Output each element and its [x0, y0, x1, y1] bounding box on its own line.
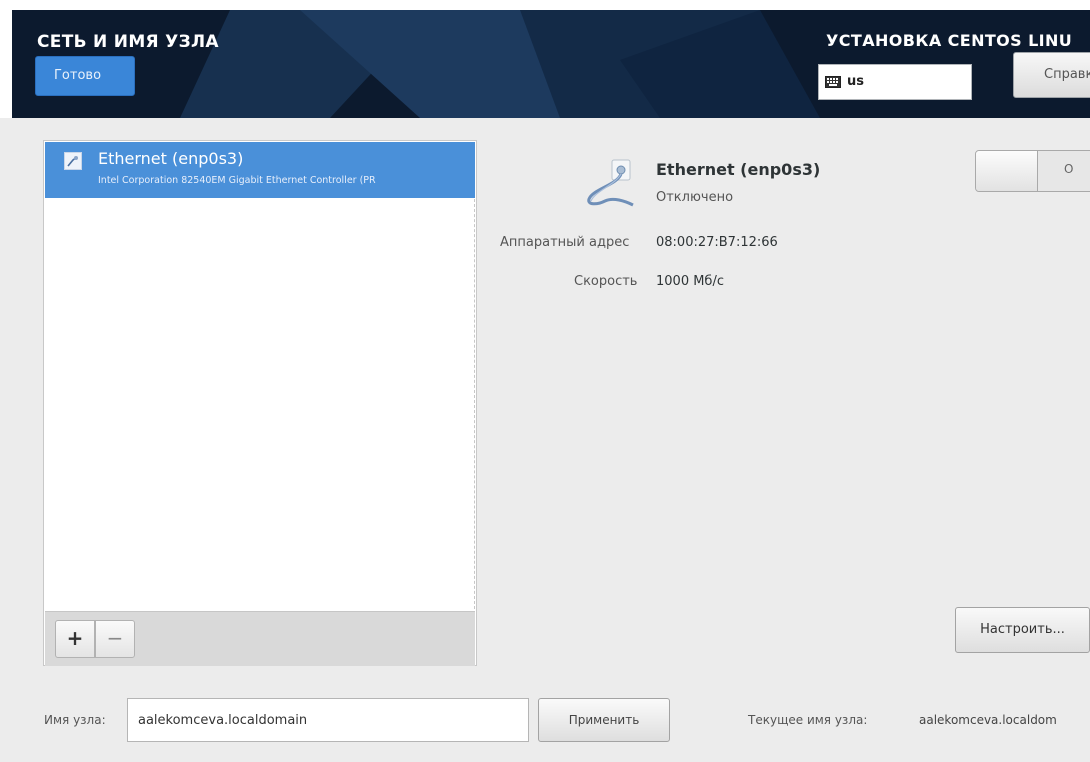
remove-device-button[interactable]: − — [95, 620, 135, 658]
device-name: Ethernet (enp0s3) — [656, 160, 821, 179]
top-frame — [0, 0, 1090, 10]
current-hostname-label: Текущее имя узла: — [748, 713, 868, 727]
current-hostname-value: aalekomceva.localdom — [919, 713, 1057, 727]
speed-value: 1000 Мб/с — [656, 274, 724, 289]
keyboard-layout-indicator[interactable]: us — [818, 64, 972, 100]
ethernet-cable-icon — [587, 159, 634, 207]
hostname-label: Имя узла: — [44, 713, 106, 727]
network-device-list: Ethernet (enp0s3) Intel Corporation 8254… — [43, 140, 477, 666]
ethernet-device-icon — [64, 152, 82, 170]
header-bar — [0, 0, 1090, 118]
device-status: Отключено — [656, 190, 734, 205]
page-title: СЕТЬ И ИМЯ УЗЛА — [37, 32, 219, 52]
network-device-name: Ethernet (enp0s3) — [98, 149, 244, 168]
toggle-off-label: O — [1064, 162, 1074, 176]
left-frame — [0, 0, 12, 118]
speed-label: Скорость — [574, 274, 638, 289]
help-button[interactable]: Справк — [1013, 52, 1090, 98]
installer-title: УСТАНОВКА CENTOS LINU — [826, 31, 1073, 50]
list-toolbar: + − — [45, 611, 475, 666]
done-button[interactable]: Готово — [35, 56, 135, 96]
apply-button[interactable]: Применить — [538, 698, 670, 742]
add-device-button[interactable]: + — [55, 620, 95, 658]
list-scroll-divider — [474, 199, 475, 609]
configure-button[interactable]: Настроить... — [955, 607, 1090, 653]
hw-address-label: Аппаратный адрес — [500, 235, 630, 250]
keyboard-icon — [825, 76, 841, 88]
keyboard-layout-label: us — [847, 74, 864, 89]
device-toggle-switch[interactable]: O — [975, 150, 1090, 192]
header-background — [180, 10, 820, 118]
network-device-item[interactable]: Ethernet (enp0s3) Intel Corporation 8254… — [45, 142, 475, 198]
hostname-input[interactable] — [127, 698, 529, 742]
network-device-description: Intel Corporation 82540EM Gigabit Ethern… — [98, 175, 376, 186]
hw-address-value: 08:00:27:B7:12:66 — [656, 235, 778, 250]
toggle-knob — [976, 151, 1038, 191]
